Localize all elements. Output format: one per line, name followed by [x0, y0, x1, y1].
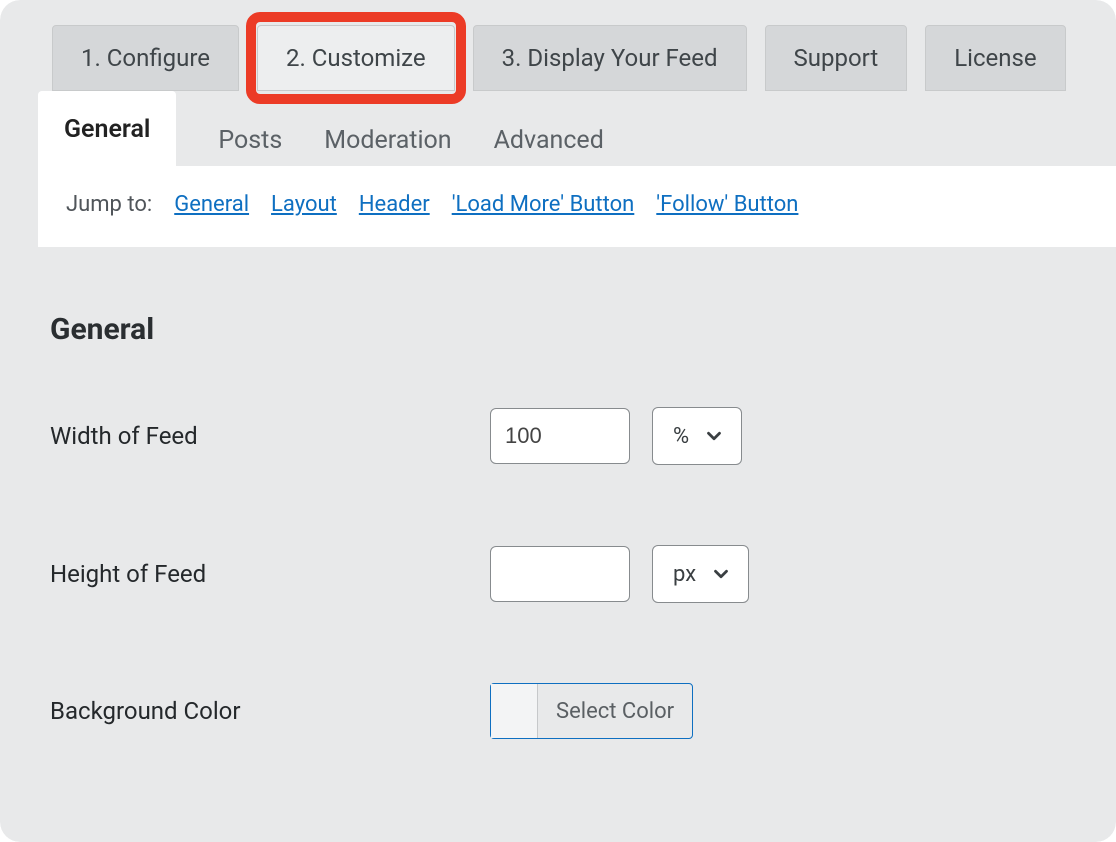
- width-unit-select[interactable]: %: [652, 407, 742, 465]
- chevron-down-icon: [703, 425, 725, 447]
- tab-support[interactable]: Support: [765, 25, 908, 91]
- jump-general[interactable]: General: [174, 192, 249, 217]
- subtab-posts[interactable]: Posts: [218, 126, 282, 155]
- general-section: General Width of Feed % Height of Feed: [0, 247, 1116, 769]
- color-picker[interactable]: Select Color: [490, 683, 693, 739]
- jump-follow[interactable]: 'Follow' Button: [656, 192, 798, 217]
- row-width: Width of Feed %: [50, 407, 1066, 465]
- chevron-down-icon: [710, 563, 732, 585]
- color-swatch: [491, 684, 538, 738]
- tab-license[interactable]: License: [925, 25, 1065, 91]
- section-heading: General: [50, 312, 1066, 347]
- jump-header[interactable]: Header: [359, 192, 430, 217]
- jump-layout[interactable]: Layout: [271, 192, 337, 217]
- jump-panel: Jump to: General Layout Header 'Load Mor…: [38, 166, 1116, 247]
- height-unit-value: px: [673, 562, 696, 587]
- width-label: Width of Feed: [50, 422, 490, 450]
- tab-configure[interactable]: 1. Configure: [52, 25, 239, 91]
- subtab-moderation[interactable]: Moderation: [324, 126, 451, 155]
- height-unit-select[interactable]: px: [652, 545, 749, 603]
- primary-tab-bar: 1. Configure 2. Customize 3. Display You…: [0, 25, 1116, 91]
- row-bgcolor: Background Color Select Color: [50, 683, 1066, 739]
- color-picker-label: Select Color: [538, 684, 692, 738]
- jump-loadmore[interactable]: 'Load More' Button: [452, 192, 635, 217]
- width-input[interactable]: [490, 408, 630, 464]
- row-height: Height of Feed px: [50, 545, 1066, 603]
- jump-label: Jump to:: [66, 192, 152, 217]
- subtab-general[interactable]: General: [38, 91, 176, 166]
- sub-tab-bar: General Posts Moderation Advanced: [0, 91, 1116, 166]
- height-label: Height of Feed: [50, 560, 490, 588]
- tab-customize[interactable]: 2. Customize: [257, 25, 455, 91]
- subtab-advanced[interactable]: Advanced: [494, 126, 604, 155]
- tab-customize-label: 2. Customize: [286, 44, 426, 72]
- width-unit-value: %: [673, 424, 689, 449]
- tab-display-feed[interactable]: 3. Display Your Feed: [473, 25, 747, 91]
- bgcolor-label: Background Color: [50, 697, 490, 725]
- height-input[interactable]: [490, 546, 630, 602]
